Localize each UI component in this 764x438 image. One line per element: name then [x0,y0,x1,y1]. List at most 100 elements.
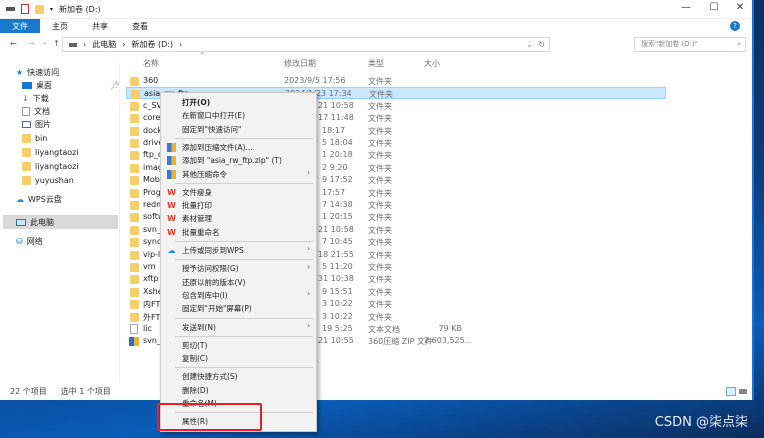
menu-item[interactable]: 打开(O) [161,96,316,109]
close-button[interactable]: ✕ [726,2,754,17]
nav-label: 此电脑 [30,217,54,227]
menu-item-label: 上传或同步到WPS [182,246,244,255]
menu-item[interactable]: 固定到"开始"屏幕(P) [161,302,316,315]
maximize-button[interactable]: ☐ [700,2,728,17]
details-view-icon[interactable] [726,387,736,396]
column-header-size[interactable]: 大小 [424,58,440,69]
nav-folder[interactable]: liyangtaozi [22,160,122,172]
chevron-right-icon: › [307,288,310,298]
file-row[interactable]: 360 2023/9/5 17:56 文件夹 [126,75,666,87]
column-header-name[interactable]: 名称 [143,58,159,69]
menu-separator [175,259,313,261]
menu-item[interactable]: 复制(C) [161,352,316,365]
tab-share[interactable]: 共享 [80,19,120,33]
new-folder-icon[interactable] [35,4,44,14]
menu-item[interactable]: 添加到压缩文件(A)... [161,141,316,154]
folder-icon [130,139,139,148]
address-dropdown-icon[interactable]: ⌄ [526,40,533,49]
file-name: xftp [143,274,159,284]
folder-icon [130,263,139,272]
folder-icon [130,114,139,124]
breadcrumb-drive[interactable]: 新加卷 (D:) [131,39,173,50]
menu-item[interactable]: 其他压缩命令 › [161,168,316,181]
file-date: 18:17 [322,125,346,135]
quick-access-dropdown-icon[interactable]: ▾ [50,6,53,13]
wps-icon: W [167,214,176,224]
large-icons-view-icon[interactable] [739,389,747,394]
minimize-button[interactable]: — [672,2,700,17]
folder-icon [22,161,31,171]
properties-icon[interactable] [21,4,29,14]
menu-item[interactable]: ☁ 上传或同步到WPS › [161,244,316,257]
file-type: 文件夹 [368,201,392,210]
menu-item[interactable]: 授予访问权限(G) › [161,262,316,275]
column-header-date[interactable]: 修改日期 [284,58,316,69]
file-date: 5 18:04 [322,138,353,147]
title-bar: ▾ 新加卷 (D:) — ☐ ✕ [0,0,752,19]
menu-item[interactable]: 删除(D) [161,384,316,397]
folder-icon [130,213,139,223]
file-type: 文件夹 [368,312,392,322]
menu-item[interactable]: 固定到"快速访问" [161,123,316,136]
nav-wps-cloud[interactable]: ☁ WPS云盘 [16,193,116,205]
menu-separator [175,317,313,319]
nav-folder[interactable]: bin [22,132,122,144]
folder-icon [130,176,139,186]
nav-folder[interactable]: liyangtaozi [22,146,122,158]
archive-icon [167,156,176,166]
back-button[interactable]: ← [10,39,17,48]
nav-documents[interactable]: 文档 [22,105,122,117]
nav-desktop[interactable]: 桌面 📌︎ [22,79,122,91]
menu-item-label: 打开(O) [182,98,211,107]
file-explorer-window: ▾ 新加卷 (D:) — ☐ ✕ 文件 主页 共享 查看 ? ← → ⌄ ↑ ›… [0,0,754,400]
menu-item[interactable]: W 素材管理 [161,212,316,225]
file-date: 17 11:48 [318,113,354,123]
tab-home[interactable]: 主页 [40,19,80,33]
file-type: 文件夹 [368,263,392,272]
folder-icon [130,225,139,235]
file-date: 17:57 [322,187,346,197]
chevron-right-icon: › [307,167,310,177]
folder-icon [130,250,139,260]
breadcrumb-this-pc[interactable]: 此电脑 [92,39,116,50]
file-type: 文件夹 [368,300,392,310]
refresh-icon[interactable]: ↻ [538,40,545,49]
menu-item-label: 素材管理 [182,214,212,224]
menu-separator [175,335,313,337]
column-header-type[interactable]: 类型 [368,58,384,69]
menu-item[interactable]: 剪切(T) [161,339,316,352]
recent-locations-icon[interactable]: ⌄ [42,39,47,46]
menu-item[interactable]: 发送到(N) › [161,321,316,334]
tab-file[interactable]: 文件 [0,19,40,33]
forward-button[interactable]: → [28,39,35,48]
up-button[interactable]: ↑ [53,39,60,48]
file-type: 文本文档 [368,325,400,334]
highlight-box [157,403,262,431]
menu-item[interactable]: 还原以前的版本(V) [161,276,316,289]
menu-item-label: 固定到"开始"屏幕(P) [182,304,252,314]
nav-downloads[interactable]: ↓ 下载 [22,92,122,104]
help-icon[interactable]: ? [730,21,740,31]
item-count: 22 个项目 [10,387,47,396]
menu-item[interactable]: 添加到 "asia_rw_ftp.zip" (T) [161,154,316,167]
window-title: 新加卷 (D:) [59,4,101,14]
menu-item[interactable]: W 批量打印 [161,199,316,212]
nav-pictures[interactable]: 图片 [22,118,122,130]
nav-label: liyangtaozi [35,147,79,157]
search-input[interactable]: 搜索"新加卷 (D:)" ⌕ [634,37,746,52]
nav-network[interactable]: ⛁ 网络 [16,235,116,247]
zip-file-icon [129,337,139,347]
menu-item[interactable]: 在新窗口中打开(E) [161,109,316,122]
menu-item[interactable]: 包含到库中(I) › [161,289,316,302]
tab-view[interactable]: 查看 [120,19,160,33]
menu-item[interactable]: W 批量重命名 [161,226,316,239]
menu-item[interactable]: 创建快捷方式(S) [161,370,316,383]
address-bar[interactable]: › 此电脑 › 新加卷 (D:) › ⌄ ↻ [62,37,550,52]
file-date: 3 10:22 [322,299,353,309]
menu-item[interactable]: W 文件瘦身 [161,186,316,199]
nav-this-pc[interactable]: 此电脑 [3,215,118,229]
folder-icon [130,312,139,322]
nav-quick-access[interactable]: ★ 快速访问 [16,66,116,78]
nav-folder[interactable]: yuyushan [22,174,122,186]
menu-item-label: 固定到"快速访问" [182,124,242,134]
